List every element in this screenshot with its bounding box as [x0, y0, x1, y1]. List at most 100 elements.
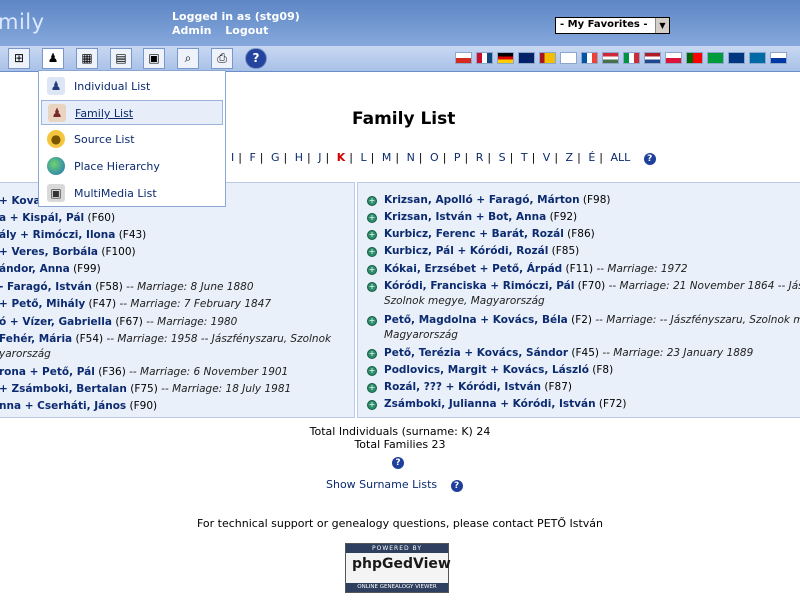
family-link[interactable]: + Veres, Borbála: [0, 246, 98, 258]
help-icon[interactable]: ?: [450, 480, 463, 492]
flag-icon[interactable]: [581, 52, 598, 64]
flag-icon[interactable]: [455, 52, 472, 64]
family-id: (F87): [544, 381, 572, 393]
family-link[interactable]: Pető, Terézia + Kovács, Sándor: [384, 347, 568, 359]
letter-link[interactable]: N: [407, 151, 415, 164]
family-link[interactable]: - Faragó, István: [0, 281, 92, 293]
family-link[interactable]: Rozál, ??? + Kóródi, István: [384, 381, 541, 393]
admin-link[interactable]: Admin: [172, 24, 211, 37]
family-link[interactable]: ándor, Anna: [0, 263, 70, 275]
help-icon[interactable]: ?: [643, 153, 656, 165]
flag-icon[interactable]: [518, 52, 535, 64]
letter-link[interactable]: Z: [566, 151, 574, 164]
family-list-left: + Kova a + Kispál, Pál (F60) ály + Rimóc…: [0, 182, 355, 418]
letter-link[interactable]: T: [521, 151, 528, 164]
report-icon[interactable]: ▤: [110, 48, 132, 69]
list-item: ó + Vízer, Gabriella (F67) -- Marriage: …: [0, 316, 237, 328]
menu-item-multimedia-list[interactable]: ▣ MultiMedia List: [41, 181, 223, 206]
menu-item-place-hierarchy[interactable]: Place Hierarchy: [41, 154, 223, 179]
family-link[interactable]: Kurbicz, Pál + Kóródi, Rozál: [384, 245, 548, 257]
individual-icon[interactable]: ♟: [42, 48, 64, 69]
family-id: (F99): [73, 263, 101, 275]
list-item: rona + Pető, Pál (F36) -- Marriage: 6 No…: [0, 366, 288, 378]
letter-link-current[interactable]: K: [337, 151, 346, 164]
family-link[interactable]: + Pető, Mihály: [0, 298, 85, 310]
family-link[interactable]: ály + Rimóczi, Ilona: [0, 229, 115, 241]
calendar-icon[interactable]: ▦: [76, 48, 98, 69]
list-item: + Pető, Mihály (F47) -- Marriage: 7 Febr…: [0, 298, 271, 310]
letter-link[interactable]: I: [231, 151, 234, 164]
list-item: Kurbicz, Ferenc + Barát, Rozál (F86): [384, 228, 595, 240]
family-link[interactable]: Pető, Magdolna + Kovács, Béla: [384, 314, 568, 326]
pedigree-icon[interactable]: ⊞: [8, 48, 30, 69]
list-item: Zsámboki, Julianna + Kóródi, István (F72…: [384, 398, 627, 410]
menu-item-family-list[interactable]: ♟ Family List: [41, 100, 223, 125]
help-icon[interactable]: ?: [392, 457, 404, 469]
letter-link[interactable]: L: [360, 151, 366, 164]
family-link[interactable]: Kóródi, Franciska + Rimóczi, Pál: [384, 280, 574, 292]
letter-link[interactable]: S: [499, 151, 506, 164]
flag-icon[interactable]: [560, 52, 577, 64]
flag-icon[interactable]: [644, 52, 661, 64]
family-link[interactable]: Zsámboki, Julianna + Kóródi, István: [384, 398, 596, 410]
flag-icon[interactable]: [476, 52, 493, 64]
flag-icon[interactable]: [665, 52, 682, 64]
flag-icon[interactable]: [602, 52, 619, 64]
chevron-down-icon[interactable]: ▼: [655, 18, 669, 33]
family-link[interactable]: Kurbicz, Ferenc + Barát, Rozál: [384, 228, 564, 240]
bullet-icon: +: [367, 196, 377, 206]
flag-icon[interactable]: [728, 52, 745, 64]
letter-link[interactable]: P: [454, 151, 461, 164]
family-link[interactable]: Fehér, Mária: [0, 333, 72, 345]
letter-link[interactable]: J: [318, 151, 321, 164]
family-link[interactable]: a + Kispál, Pál: [0, 212, 84, 224]
print-icon[interactable]: ⎙: [211, 48, 233, 69]
letter-link[interactable]: H: [295, 151, 303, 164]
family-id: (F75): [130, 383, 158, 395]
menu-item-label: Place Hierarchy: [74, 160, 160, 173]
flag-icon[interactable]: [707, 52, 724, 64]
marriage-note: -- Marriage: -- Jászfényszaru, Szolnok m…: [595, 314, 800, 326]
marriage-note: -- Marriage: 21 November 1864 -- Jászf: [608, 280, 800, 292]
letter-link[interactable]: V: [543, 151, 551, 164]
letter-link-all[interactable]: ALL: [610, 151, 630, 164]
flag-icon[interactable]: [770, 52, 787, 64]
family-link[interactable]: nna + Cserháti, János: [0, 400, 126, 412]
list-item: Kókai, Erzsébet + Pető, Árpád (F11) -- M…: [384, 263, 688, 275]
bullet-icon: +: [367, 282, 377, 292]
family-link[interactable]: ó + Vízer, Gabriella: [0, 316, 112, 328]
family-link[interactable]: + Kova: [0, 195, 41, 207]
letter-link[interactable]: F: [249, 151, 255, 164]
family-id: (F54): [75, 333, 104, 345]
family-id: (F47): [88, 298, 117, 310]
list-item: Podlovics, Margit + Kovács, László (F8): [384, 364, 613, 376]
menu-item-individual-list[interactable]: ♟ Individual List: [41, 74, 223, 99]
flag-icon[interactable]: [497, 52, 514, 64]
show-surname-lists-link[interactable]: Show Surname Lists ?: [326, 478, 463, 492]
family-link[interactable]: Krizsan, Apolló + Faragó, Márton: [384, 194, 580, 206]
badge-name: phpGedView: [352, 556, 451, 572]
flag-icon[interactable]: [749, 52, 766, 64]
menu-item-source-list[interactable]: ● Source List: [41, 127, 223, 152]
letter-link[interactable]: R: [476, 151, 484, 164]
flag-icon[interactable]: [539, 52, 556, 64]
letter-link[interactable]: G: [271, 151, 280, 164]
flag-icon[interactable]: [623, 52, 640, 64]
clippings-icon[interactable]: ▣: [143, 48, 165, 69]
family-link[interactable]: rona + Pető, Pál: [0, 366, 95, 378]
letter-link[interactable]: O: [430, 151, 439, 164]
family-id: (F58): [95, 281, 123, 293]
favorites-select[interactable]: - My Favorites - ▼: [555, 17, 670, 34]
family-link[interactable]: + Zsámboki, Bertalan: [0, 383, 127, 395]
letter-link[interactable]: É: [588, 151, 595, 164]
flag-icon[interactable]: [686, 52, 703, 64]
family-link[interactable]: Podlovics, Margit + Kovács, László: [384, 364, 589, 376]
letter-link[interactable]: M: [382, 151, 392, 164]
family-link[interactable]: Krizsan, István + Bot, Anna: [384, 211, 546, 223]
logout-link[interactable]: Logout: [225, 24, 268, 37]
family-link[interactable]: Kókai, Erzsébet + Pető, Árpád: [384, 263, 562, 275]
search-icon[interactable]: ⌕: [177, 48, 199, 69]
list-item: ándor, Anna (F99): [0, 263, 101, 275]
help-icon[interactable]: ?: [245, 48, 267, 69]
phpgedview-badge[interactable]: POWERED BY phpGedView ONLINE GENEALOGY V…: [345, 543, 451, 593]
